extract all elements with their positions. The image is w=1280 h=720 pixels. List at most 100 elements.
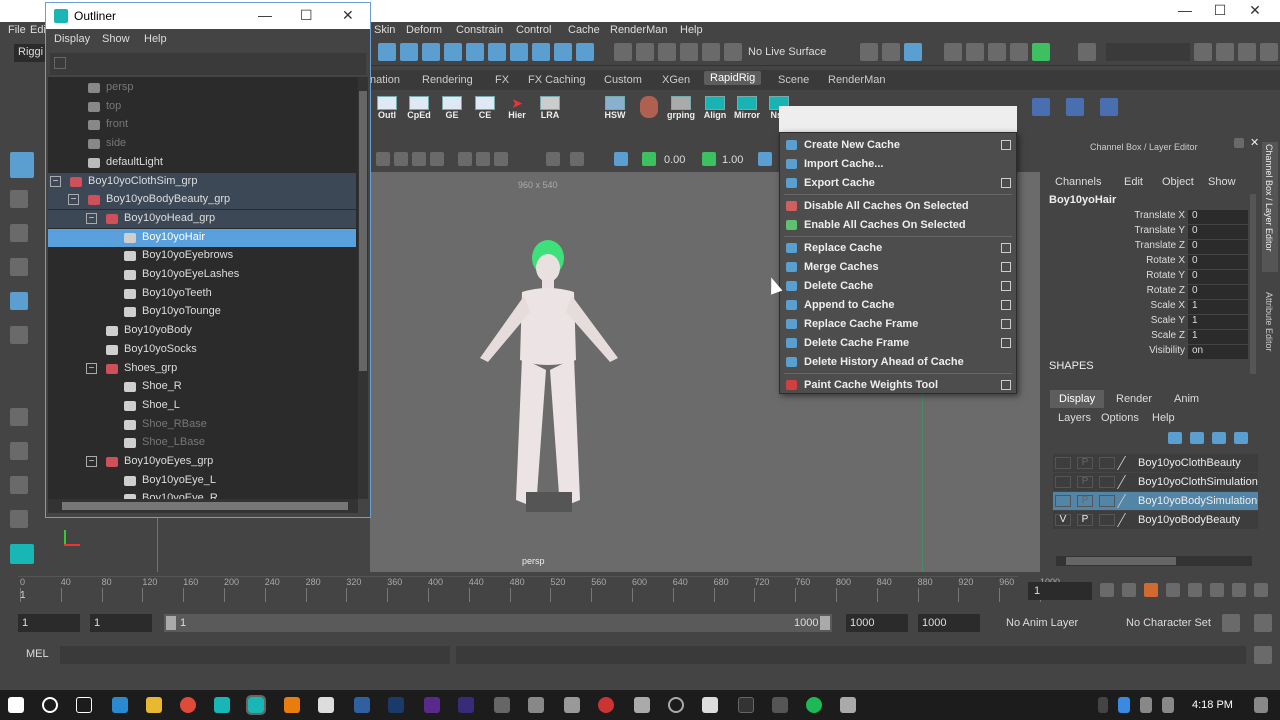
photoshop-icon[interactable]	[388, 697, 404, 713]
io-icon[interactable]	[636, 43, 654, 61]
outliner-row[interactable]: Shoes_grp −	[48, 360, 356, 378]
outliner-close-icon[interactable]: ✕	[342, 7, 354, 24]
layer-visibility-toggle[interactable]: V	[1055, 514, 1071, 526]
outliner-menu-show[interactable]: Show	[102, 33, 130, 45]
outliner-row[interactable]: Boy10yoEyeLashes	[48, 266, 356, 284]
attribute-value[interactable]: 0	[1188, 270, 1248, 284]
shelf-hier-button[interactable]: ➤ Hier	[502, 96, 532, 124]
layer-playback-toggle[interactable]: P	[1077, 476, 1093, 488]
option-box-icon[interactable]	[1001, 243, 1011, 253]
script-editor-icon[interactable]	[1254, 646, 1272, 664]
outliner-maximize-icon[interactable]: ☐	[300, 7, 313, 24]
menu-item-delete-cache-frame[interactable]: Delete Cache Frame	[780, 334, 1016, 352]
attribute-value[interactable]: 1	[1188, 315, 1248, 329]
tab-render-layers[interactable]: Render	[1116, 393, 1152, 405]
lasso-tool-icon[interactable]	[10, 190, 28, 208]
animation-start-field[interactable]: 1	[18, 614, 80, 632]
move-layer-up-icon[interactable]	[1168, 432, 1182, 444]
app-icon-b[interactable]	[772, 697, 788, 713]
wireframe-icon[interactable]	[376, 152, 390, 166]
search-field[interactable]	[1106, 43, 1190, 61]
layer-playback-toggle[interactable]: P	[1077, 495, 1093, 507]
attribute-value[interactable]: 1	[1188, 330, 1248, 344]
layer-display-type-toggle[interactable]	[1099, 514, 1115, 526]
app-gear-icon[interactable]	[564, 697, 580, 713]
network-icon[interactable]	[1140, 697, 1152, 713]
attribute-name[interactable]: Translate Y	[1134, 225, 1185, 236]
color-manage-icon[interactable]	[758, 152, 772, 166]
playback-start-field[interactable]: 1	[90, 614, 152, 632]
ipr-render-icon[interactable]	[904, 43, 922, 61]
tool-settings-icon[interactable]	[1260, 43, 1278, 61]
dropbox-icon[interactable]	[1118, 697, 1130, 713]
menu-layers[interactable]: Layers	[1058, 412, 1091, 424]
layer-visibility-toggle[interactable]	[1055, 495, 1071, 507]
time-slider[interactable]: 0 40 80 120 160 200 240 280 320 360 400 440 480 520 56…	[0, 574, 1280, 606]
menu-file[interactable]: File	[8, 24, 26, 36]
option-box-icon[interactable]	[1001, 300, 1011, 310]
rig-star-icon[interactable]	[1100, 98, 1118, 116]
windows-start-icon[interactable]	[8, 697, 24, 713]
exposure-value[interactable]: 0.00	[664, 154, 685, 166]
layer-visibility-toggle[interactable]	[1055, 476, 1071, 488]
character-set-dropdown[interactable]: No Character Set	[1126, 617, 1211, 629]
option-box-icon[interactable]	[1001, 338, 1011, 348]
outliner-tree[interactable]: persp top front side defaultLight Boy10yoClot…	[48, 77, 358, 499]
outliner-row[interactable]: defaultLight	[48, 154, 356, 172]
shelf-mirror-button[interactable]: Mirror	[732, 96, 762, 124]
attribute-value[interactable]: 0	[1188, 210, 1248, 224]
lasso-icon[interactable]	[702, 43, 720, 61]
attribute-value[interactable]: 0	[1188, 255, 1248, 269]
menu-renderman[interactable]: RenderMan	[610, 24, 667, 36]
media-player-icon[interactable]	[634, 697, 650, 713]
outliner-row[interactable]: Boy10yoEye_R	[48, 490, 356, 499]
select-object-icon[interactable]	[400, 43, 418, 61]
attribute-name[interactable]: Scale X	[1151, 300, 1185, 311]
layer-row[interactable]: P Boy10yoClothBeauty	[1053, 454, 1258, 472]
side-tab-channel-box[interactable]: Channel Box / Layer Editor	[1262, 142, 1278, 272]
outliner-row[interactable]: Shoe_L	[48, 397, 356, 415]
notifications-icon[interactable]	[1254, 697, 1268, 713]
attribute-name[interactable]: Translate Z	[1135, 240, 1185, 251]
snap-view-icon[interactable]	[554, 43, 572, 61]
tab-scene[interactable]: Scene	[778, 74, 809, 86]
menu-help-layers[interactable]: Help	[1152, 412, 1175, 424]
layer-color-swatch[interactable]	[1116, 475, 1138, 489]
shelf-outliner-button[interactable]: Outl	[372, 96, 402, 124]
layer-color-swatch[interactable]	[1116, 456, 1138, 470]
layer-visibility-toggle[interactable]	[1055, 457, 1071, 469]
select-hierarchy-icon[interactable]	[378, 43, 396, 61]
mel-input[interactable]	[60, 646, 450, 664]
smooth-shade-icon[interactable]	[394, 152, 408, 166]
rig-tool-icon[interactable]	[1032, 98, 1050, 116]
task-view-icon[interactable]	[76, 697, 92, 713]
channel-box-toggle-icon[interactable]	[1238, 43, 1256, 61]
cortana-icon[interactable]	[42, 697, 58, 713]
collapse-icon[interactable]: −	[86, 456, 97, 467]
outliner-minimize-icon[interactable]: —	[258, 7, 272, 23]
shelf-face-button[interactable]	[634, 96, 664, 124]
app-circle-icon[interactable]	[668, 697, 684, 713]
outliner-search-field[interactable]	[50, 53, 366, 75]
workspace-icon[interactable]	[1194, 43, 1212, 61]
live-surface-label[interactable]: No Live Surface	[748, 46, 826, 58]
rotate-tool-icon[interactable]	[10, 292, 28, 310]
cache-menu-tearoff[interactable]: Geometry Cache	[779, 106, 1017, 132]
move-layer-down-icon[interactable]	[1190, 432, 1204, 444]
anim-prefs-icon[interactable]	[1222, 614, 1240, 632]
tab-rendering[interactable]: Rendering	[422, 74, 473, 86]
outliner-menu-help[interactable]: Help	[144, 33, 167, 45]
app-dark-icon[interactable]	[738, 697, 754, 713]
app-red-icon[interactable]	[598, 697, 614, 713]
system-tray-arrow-icon[interactable]	[1098, 697, 1108, 713]
app-icon-c[interactable]	[840, 697, 856, 713]
file-explorer-icon[interactable]	[146, 697, 162, 713]
shelf-grping-button[interactable]: grping	[666, 96, 696, 124]
outliner-row[interactable]: Boy10yoBodyBeauty_grp −	[48, 191, 356, 210]
minimize-icon[interactable]: —	[1170, 2, 1200, 18]
option-box-icon[interactable]	[1001, 262, 1011, 272]
menu-edit-cb[interactable]: Edit	[1124, 176, 1143, 188]
layer-display-type-toggle[interactable]	[1099, 495, 1115, 507]
construction-history-icon[interactable]	[658, 43, 676, 61]
character-model[interactable]	[450, 240, 650, 530]
